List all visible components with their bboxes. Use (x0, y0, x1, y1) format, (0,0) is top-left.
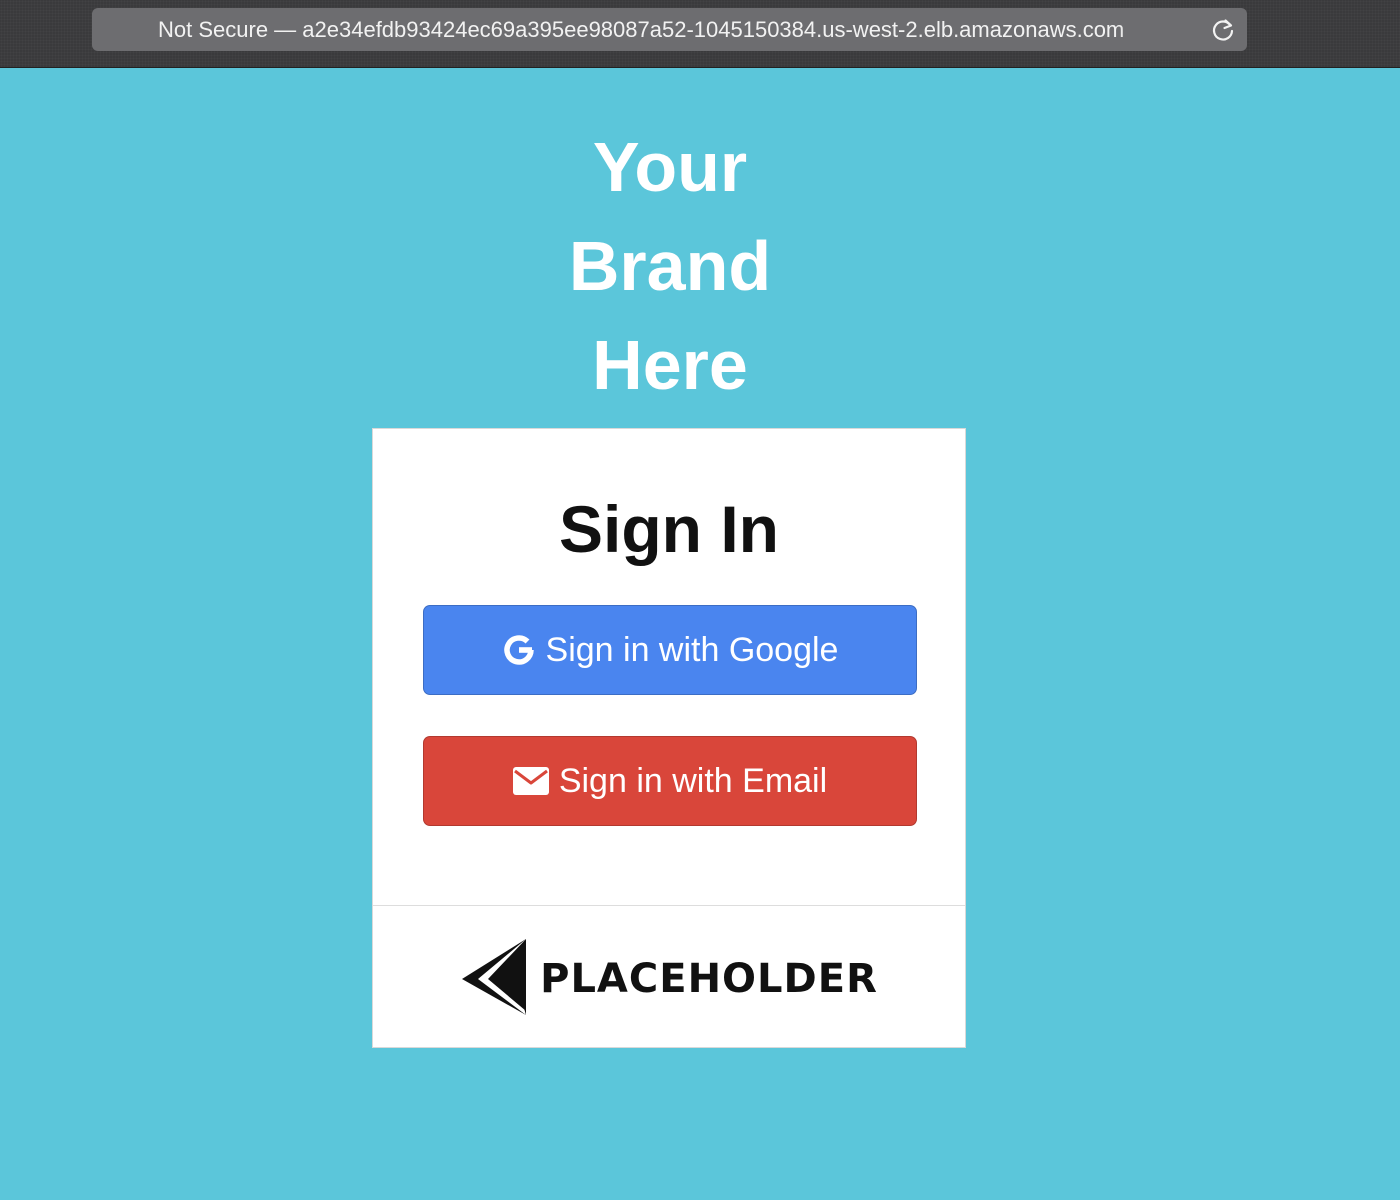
address-bar[interactable]: Not Secure — a2e34efdb93424ec69a395ee980… (92, 8, 1247, 51)
footer-logo-text: PLACEHOLDER (540, 956, 878, 1002)
brand-line-3: Here (592, 326, 748, 404)
browser-toolbar: Not Secure — a2e34efdb93424ec69a395ee980… (0, 0, 1400, 68)
email-sign-in-button[interactable]: Sign in with Email (423, 736, 917, 826)
google-sign-in-button[interactable]: Sign in with Google (423, 605, 917, 695)
brand-line-1: Your (592, 128, 748, 206)
envelope-icon (512, 767, 549, 795)
sign-in-card: Sign In Sign in with Google Sign in with… (372, 428, 966, 1048)
reload-icon[interactable] (1209, 16, 1237, 44)
address-url[interactable]: Not Secure — a2e34efdb93424ec69a395ee980… (158, 8, 1178, 51)
paper-plane-logo-icon (460, 937, 528, 1022)
google-sign-in-label: Sign in with Google (545, 630, 839, 669)
brand-title: Your Brand Here (470, 118, 870, 415)
footer-logo: PLACEHOLDER (373, 937, 965, 1021)
brand-line-2: Brand (568, 227, 772, 305)
sign-in-heading: Sign In (559, 492, 779, 566)
card-divider (373, 905, 965, 906)
google-icon (502, 633, 536, 667)
email-sign-in-label: Sign in with Email (558, 761, 828, 800)
